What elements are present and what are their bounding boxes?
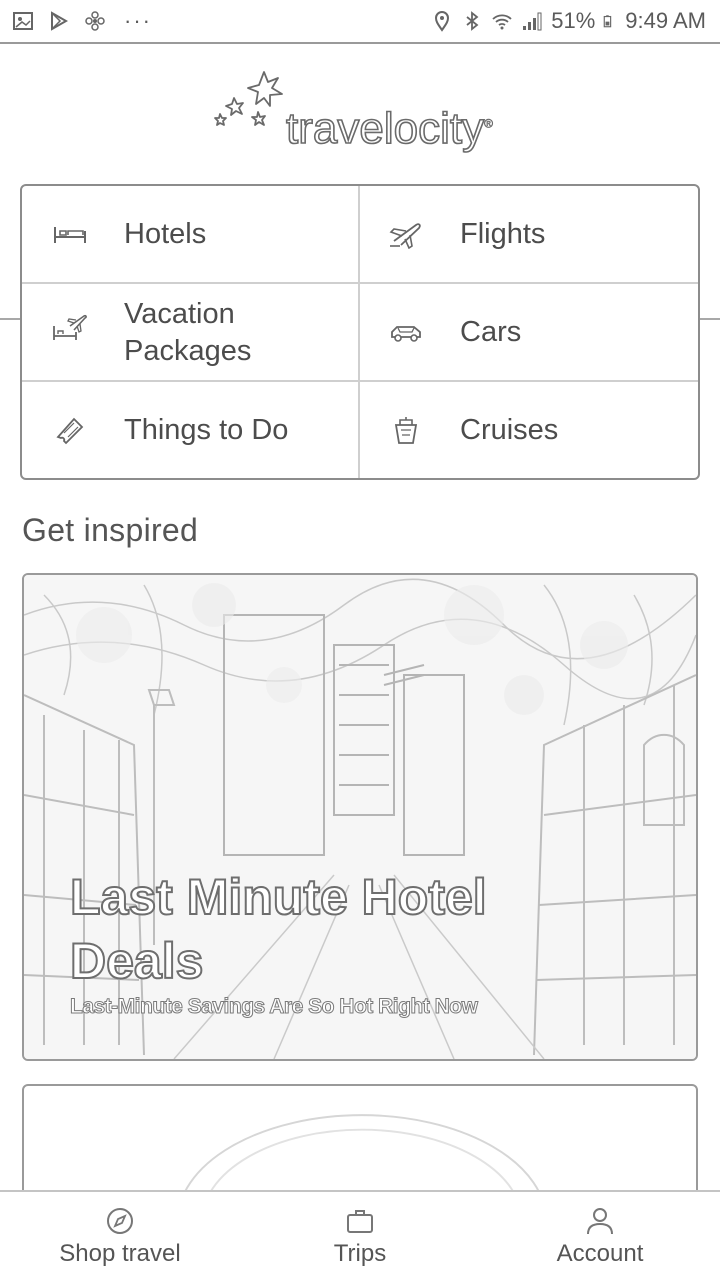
signal-icon [523,12,542,31]
category-label: Vacation Packages [124,298,252,367]
logo-wordmark: travelocity® [285,103,493,154]
category-things-to-do[interactable]: Things to Do [22,382,360,478]
registered-mark: ® [484,116,493,131]
hero-edge-left [0,318,22,320]
category-hotels[interactable]: Hotels [22,186,360,284]
location-icon [435,11,450,32]
category-vacation-packages[interactable]: Vacation Packages [22,284,360,382]
category-cars[interactable]: Cars [360,284,698,382]
app-screen: ··· 51% 9:49 AM travelocity® Hotels Flig… [0,0,720,1280]
category-cruises[interactable]: Cruises [360,382,698,478]
gallery-icon [13,12,33,30]
suitcase-icon [347,1210,373,1233]
nav-shop-travel[interactable]: Shop travel [0,1192,240,1280]
ticket-icon [56,417,84,445]
stars-logo-icon [214,71,283,126]
compass-icon [107,1208,133,1234]
travelocity-logo: travelocity® [212,64,512,164]
category-flights[interactable]: Flights [360,186,698,284]
battery-icon [603,15,612,28]
wifi-icon [492,14,512,30]
category-label: Flights [460,217,546,250]
nav-label: Shop travel [59,1240,181,1267]
bottom-navigation: Shop travel Trips Account [0,1190,720,1280]
nav-label: Account [556,1240,644,1267]
nav-account[interactable]: Account [480,1192,720,1280]
status-bar: ··· 51% 9:49 AM [0,0,720,44]
category-label: Cars [460,315,522,348]
play-store-icon [51,11,69,31]
clock: 9:49 AM [625,8,706,33]
airplane-icon [389,223,421,249]
category-label: Things to Do [124,413,289,446]
status-bar-right: 51% 9:49 AM [431,8,706,34]
package-icon [53,314,87,340]
bluetooth-icon [466,11,479,31]
person-icon [587,1208,613,1235]
deal-title: Last Minute Hotel Deals [69,868,488,990]
pinwheel-icon [85,11,105,31]
nav-label: Trips [333,1240,387,1267]
bed-icon [54,227,86,243]
category-label: Hotels [124,217,207,250]
battery-percent: 51% [551,8,596,33]
car-icon [391,326,421,342]
deal-card-last-minute-hotel-deals[interactable]: Last Minute Hotel Deals Last-Minute Savi… [22,573,698,1061]
category-label: Cruises [460,413,559,446]
section-title-get-inspired: Get inspired [22,512,199,548]
nav-trips[interactable]: Trips [240,1192,480,1280]
status-bar-left: ··· [12,8,152,34]
hero-edge-right [698,318,720,320]
logo-wordmark-text: travelocity [285,103,485,154]
deal-subtitle: Last-Minute Savings Are So Hot Right Now [69,995,478,1019]
more-notifications-indicator: ··· [124,8,152,33]
category-grid: Hotels Flights Vacation Packages Cars Th… [20,184,700,480]
ship-icon [394,417,418,444]
